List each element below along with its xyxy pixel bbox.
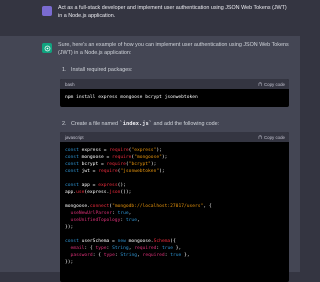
copy-code-button[interactable]: Copy code: [258, 134, 285, 140]
openai-logo-icon: [44, 45, 50, 51]
step-2: 2. Create a file named `index.js` and ad…: [62, 120, 219, 128]
assistant-message-row: Sure, here's an example of how you can i…: [0, 36, 300, 282]
code-block-bash: bash Copy code npm install express mongo…: [60, 79, 289, 107]
user-message-row: Act as a full-stack developer and implem…: [0, 0, 300, 36]
user-message-text: Act as a full-stack developer and implem…: [58, 5, 287, 20]
copy-code-button[interactable]: Copy code: [258, 81, 285, 87]
code-language-label: bash: [65, 81, 75, 87]
chatgpt-avatar: [42, 43, 52, 53]
assistant-intro-text: Sure, here's an example of how you can i…: [58, 42, 289, 57]
javascript-code: const express = require("express"); cons…: [65, 148, 212, 265]
step-2-filename: `index.js`: [119, 121, 153, 127]
code-block-header: javascript Copy code: [60, 132, 289, 142]
step-1-number: 1.: [62, 67, 67, 73]
clipboard-icon: [258, 82, 262, 87]
step-1-text: Install required packages:: [71, 67, 133, 73]
step-2-text-after: and add the following code:: [152, 121, 220, 127]
user-avatar: [42, 6, 52, 16]
code-block-header: bash Copy code: [60, 79, 289, 89]
step-2-text-before: Create a file named: [71, 121, 120, 127]
copy-code-label: Copy code: [264, 81, 285, 87]
clipboard-icon: [258, 135, 262, 140]
copy-code-label: Copy code: [264, 134, 285, 140]
step-2-number: 2.: [62, 121, 67, 127]
code-line: npm install express mongoose bcrypt json…: [65, 95, 198, 100]
code-block-javascript: javascript Copy code const express = req…: [60, 132, 289, 282]
code-language-label: javascript: [65, 134, 84, 140]
step-1: 1. Install required packages:: [62, 66, 132, 74]
